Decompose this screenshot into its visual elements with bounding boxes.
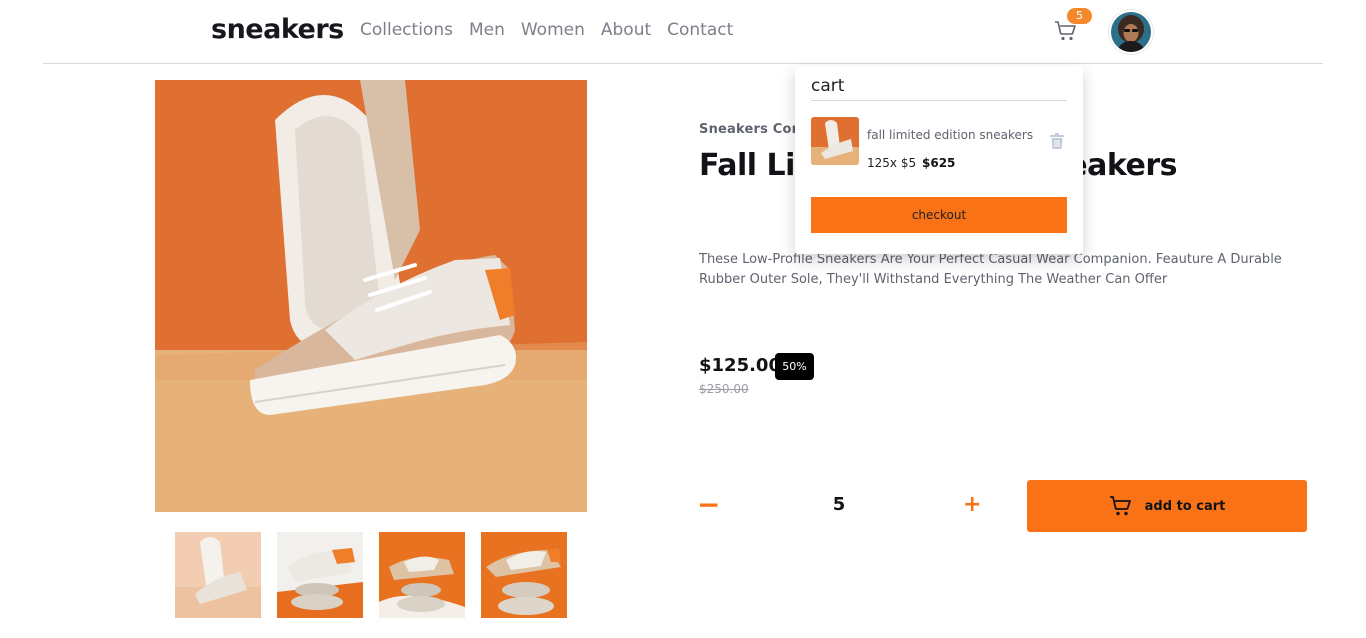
add-to-cart-label: add to cart bbox=[1144, 498, 1226, 514]
cart-dropdown: cart fall limited edition sneakers 125x … bbox=[795, 66, 1083, 254]
cart-item-name: fall limited edition sneakers bbox=[867, 128, 1034, 142]
thumbnail-2[interactable] bbox=[277, 532, 363, 618]
checkout-button[interactable]: checkout bbox=[811, 197, 1067, 233]
nav-men[interactable]: Men bbox=[469, 20, 505, 40]
cart-item-quantity-price: 125x $5 bbox=[867, 156, 917, 170]
discount-badge: 50% bbox=[775, 353, 814, 380]
nav-collections[interactable]: Collections bbox=[360, 20, 453, 40]
logo[interactable]: sneakers bbox=[211, 14, 344, 45]
quantity-decrease-button[interactable]: − bbox=[697, 490, 720, 520]
thumbnail-strip bbox=[175, 532, 567, 618]
avatar[interactable] bbox=[1109, 10, 1153, 54]
original-price: $250.00 bbox=[699, 382, 749, 396]
cart-count-badge: 5 bbox=[1067, 8, 1092, 24]
nav-contact[interactable]: Contact bbox=[667, 20, 733, 40]
product-main-image[interactable] bbox=[155, 80, 587, 512]
product-description: These Low-Profile Sneakers Are Your Perf… bbox=[699, 252, 1282, 287]
trash-icon bbox=[1050, 133, 1064, 149]
thumbnail-3[interactable] bbox=[379, 532, 465, 618]
site-header: sneakers Collections Men Women About Con… bbox=[43, 0, 1323, 64]
cart-item-thumbnail bbox=[811, 117, 859, 165]
current-price: $125.00 bbox=[699, 355, 781, 376]
cart-heading: cart bbox=[811, 76, 1067, 101]
delete-item-button[interactable] bbox=[1050, 133, 1066, 149]
nav-women[interactable]: Women bbox=[521, 20, 585, 40]
nav-about[interactable]: About bbox=[601, 20, 651, 40]
cart-icon bbox=[1109, 496, 1131, 516]
add-to-cart-button[interactable]: add to cart bbox=[1027, 480, 1307, 532]
thumbnail-1[interactable] bbox=[175, 532, 261, 618]
thumbnail-4[interactable] bbox=[481, 532, 567, 618]
cart-item-total: $625 bbox=[922, 156, 956, 170]
main-nav: Collections Men Women About Contact bbox=[360, 20, 733, 40]
quantity-value: 5 bbox=[832, 494, 846, 515]
quantity-increase-button[interactable]: + bbox=[963, 490, 981, 520]
